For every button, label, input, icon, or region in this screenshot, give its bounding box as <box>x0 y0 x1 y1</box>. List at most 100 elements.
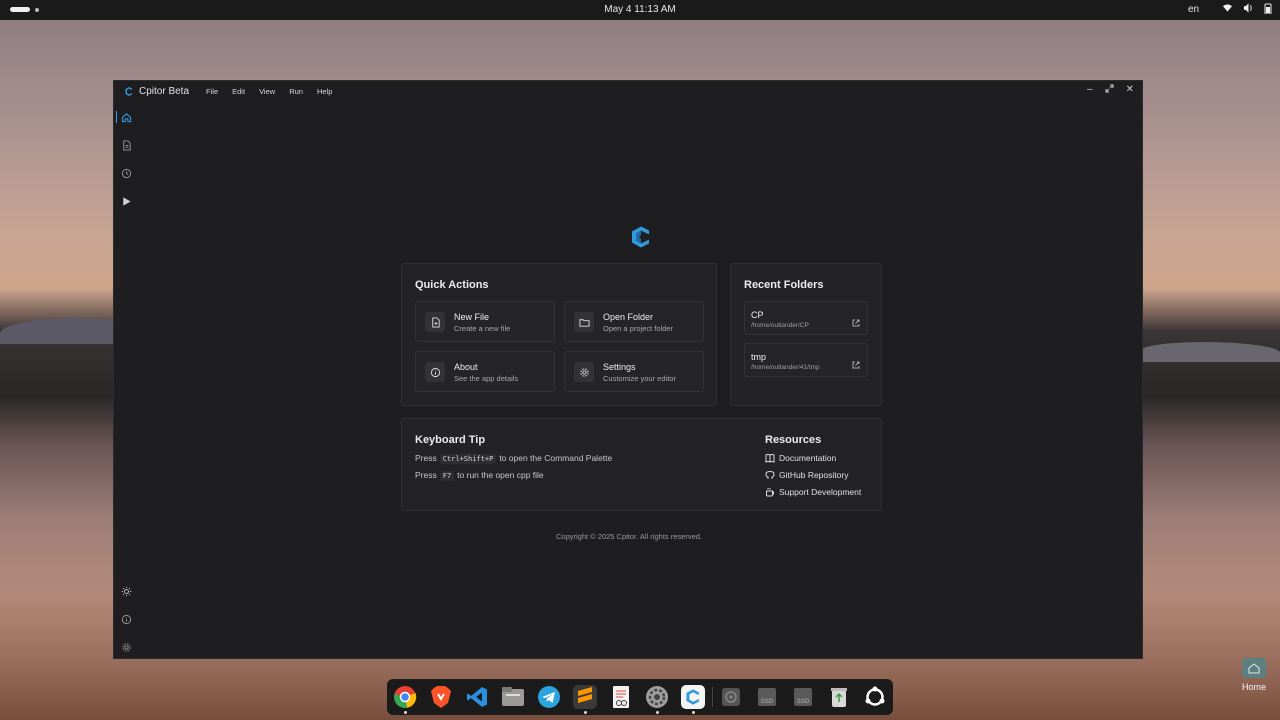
svg-text:SSD: SSD <box>797 699 810 705</box>
menu-bar: File Edit View Run Help <box>199 87 339 96</box>
external-link-icon[interactable] <box>852 314 860 327</box>
recent-folder-item[interactable]: tmp /home/outlander/41/tmp <box>744 343 868 377</box>
open-folder-subtitle: Open a project folder <box>603 324 674 333</box>
resources-title: Resources <box>765 434 822 446</box>
dock: SSD SSD <box>387 679 893 715</box>
folder-path: /home/outlander/CP <box>751 322 809 329</box>
home-folder-label: Home <box>1241 682 1266 692</box>
home-icon[interactable] <box>120 111 132 123</box>
history-icon[interactable] <box>120 167 132 179</box>
app-grid-icon[interactable] <box>863 685 887 709</box>
folder-name: CP <box>751 310 764 320</box>
title-bar[interactable]: Cpitor Beta File Edit View Run Help – ✕ <box>114 81 1142 101</box>
active-indicator <box>116 111 117 123</box>
settings-subtitle: Customize your editor <box>603 374 676 383</box>
activity-sidebar <box>114 101 138 658</box>
wifi-icon <box>1222 3 1233 17</box>
running-indicator <box>584 711 587 714</box>
minimize-button[interactable]: – <box>1087 84 1093 96</box>
menu-file[interactable]: File <box>199 87 225 96</box>
settings-button[interactable]: Settings Customize your editor <box>564 351 704 392</box>
settings-app-icon[interactable] <box>645 685 669 709</box>
info-icon[interactable] <box>120 613 132 625</box>
settings-title: Settings <box>603 362 636 372</box>
ssd-drive-icon[interactable]: SSD <box>755 685 779 709</box>
quick-actions-title: Quick Actions <box>415 279 489 291</box>
open-folder-button[interactable]: Open Folder Open a project folder <box>564 301 704 342</box>
system-top-bar: May 4 11:13 AM en <box>0 0 1280 20</box>
external-link-icon[interactable] <box>852 356 860 369</box>
dock-separator <box>712 687 713 707</box>
running-indicator <box>404 711 407 714</box>
about-button[interactable]: About See the app details <box>415 351 555 392</box>
svg-text:SSD: SSD <box>761 699 774 705</box>
run-icon[interactable] <box>120 195 132 207</box>
folder-name: tmp <box>751 352 767 362</box>
quick-actions-card: Quick Actions New File Create a new file… <box>401 263 717 406</box>
app-title: Cpitor Beta <box>139 85 190 97</box>
trash-icon[interactable] <box>827 685 851 709</box>
settings-icon[interactable] <box>120 641 132 653</box>
info-icon <box>425 362 445 382</box>
cpitor-app-icon[interactable] <box>681 685 705 709</box>
support-link[interactable]: Support Development <box>765 487 861 497</box>
running-indicator <box>656 711 659 714</box>
cpitor-window: Cpitor Beta File Edit View Run Help – ✕ <box>113 80 1143 659</box>
clock[interactable]: May 4 11:13 AM <box>0 4 1280 15</box>
folder-icon <box>574 312 594 332</box>
folder-path: /home/outlander/41/tmp <box>751 364 820 371</box>
tips-resources-card: Keyboard Tip Press Ctrl+Shift+P to open th… <box>401 418 882 511</box>
book-icon <box>765 454 775 463</box>
telegram-icon[interactable] <box>537 685 561 709</box>
battery-icon <box>1264 3 1272 17</box>
sublime-text-icon[interactable] <box>573 685 597 709</box>
ssd-drive-icon[interactable]: SSD <box>791 685 815 709</box>
system-tray[interactable] <box>1222 3 1272 17</box>
tip-line-2: Press F7 to run the open cpp file <box>415 470 544 481</box>
recent-folders-card: Recent Folders CP /home/outlander/CP tmp… <box>730 263 882 406</box>
theme-icon[interactable] <box>120 585 132 597</box>
brave-icon[interactable] <box>429 685 453 709</box>
documentation-link[interactable]: Documentation <box>765 453 836 463</box>
cpitor-logo-icon <box>630 226 652 248</box>
app-logo-icon <box>125 87 133 96</box>
github-icon <box>765 470 775 479</box>
github-link[interactable]: GitHub Repository <box>765 470 848 480</box>
file-icon[interactable] <box>120 139 132 151</box>
window-controls: – ✕ <box>1087 84 1134 96</box>
new-file-title: New File <box>454 312 490 322</box>
gear-icon <box>574 362 594 382</box>
shortcut-key: Ctrl+Shift+P <box>439 454 497 464</box>
chrome-icon[interactable] <box>393 685 417 709</box>
coffee-icon <box>766 488 774 497</box>
recent-folders-title: Recent Folders <box>744 279 824 291</box>
disk-icon[interactable] <box>719 685 743 709</box>
vscode-icon[interactable] <box>465 685 489 709</box>
recent-folder-item[interactable]: CP /home/outlander/CP <box>744 301 868 335</box>
language-indicator[interactable]: en <box>1188 4 1199 15</box>
shortcut-key: F7 <box>439 471 455 481</box>
volume-icon <box>1243 3 1254 17</box>
desktop-home-folder[interactable]: Home <box>1237 658 1271 692</box>
close-button[interactable]: ✕ <box>1126 84 1134 96</box>
new-file-button[interactable]: New File Create a new file <box>415 301 555 342</box>
keyboard-tip-title: Keyboard Tip <box>415 434 486 446</box>
about-subtitle: See the app details <box>454 374 519 383</box>
open-folder-title: Open Folder <box>603 312 654 322</box>
new-file-icon <box>425 312 445 332</box>
background-hill-left <box>0 318 130 344</box>
about-title: About <box>454 362 478 372</box>
new-file-subtitle: Create a new file <box>454 324 511 333</box>
menu-view[interactable]: View <box>252 87 282 96</box>
copyright-text: Copyright © 2025 Cpitor. All rights rese… <box>555 532 702 541</box>
maximize-button[interactable] <box>1105 84 1114 96</box>
tip-line-1: Press Ctrl+Shift+P to open the Command Pal… <box>415 453 613 464</box>
files-icon[interactable] <box>501 685 525 709</box>
home-folder-icon <box>1242 658 1266 678</box>
document-viewer-icon[interactable] <box>609 685 633 709</box>
menu-help[interactable]: Help <box>310 87 339 96</box>
running-indicator <box>692 711 695 714</box>
background-hill-right <box>1140 342 1280 362</box>
menu-edit[interactable]: Edit <box>225 87 252 96</box>
menu-run[interactable]: Run <box>282 87 310 96</box>
